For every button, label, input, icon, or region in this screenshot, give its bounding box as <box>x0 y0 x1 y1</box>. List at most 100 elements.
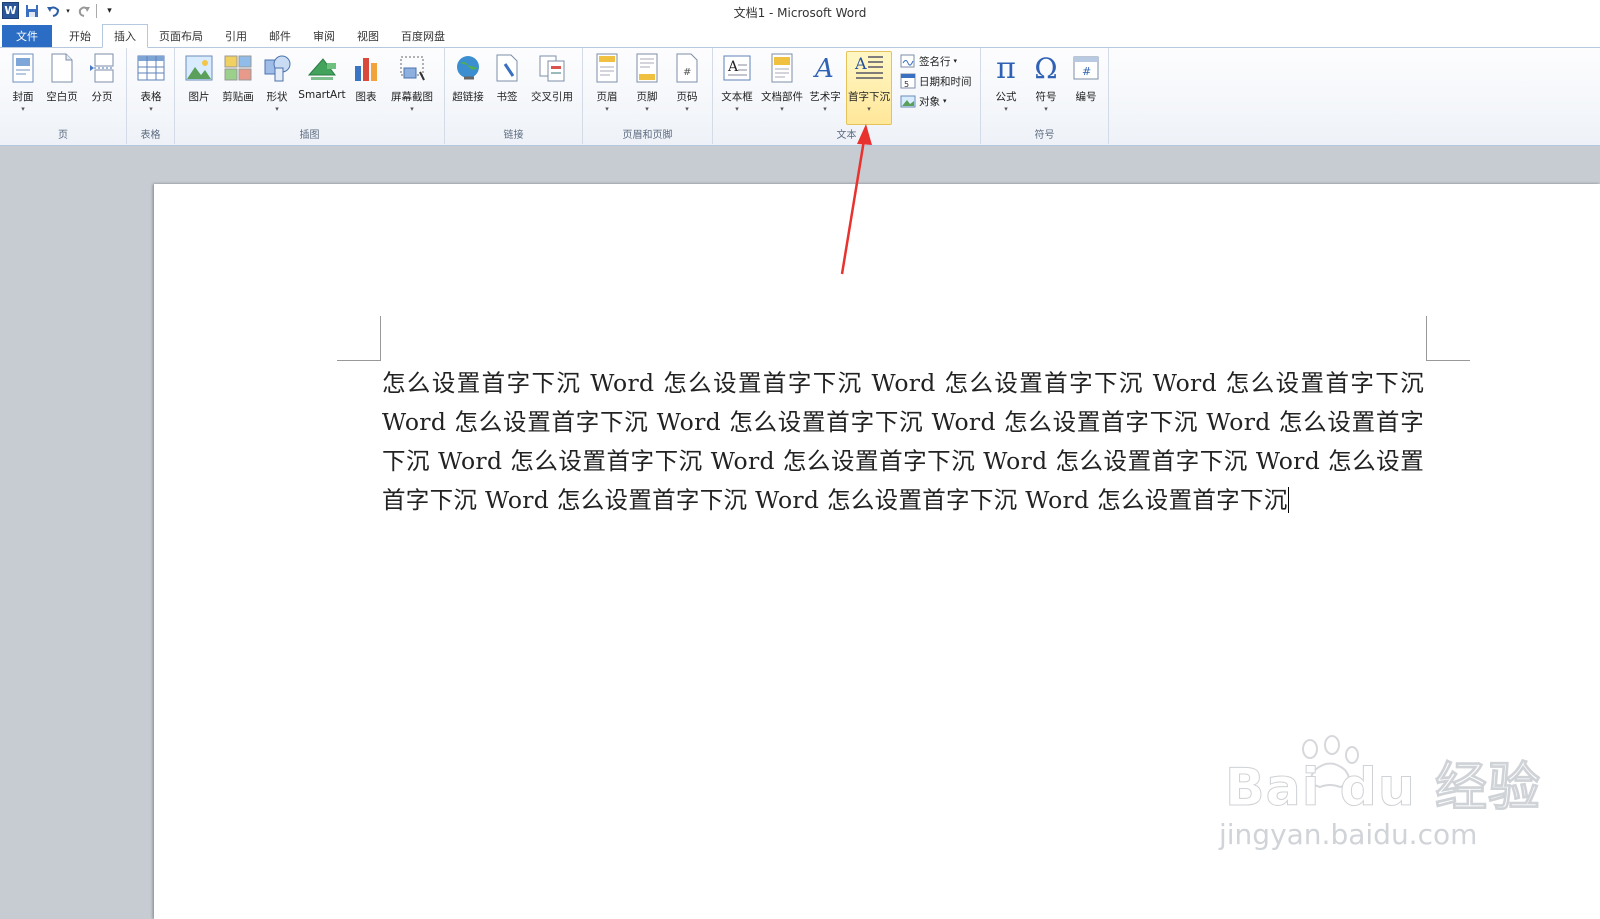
group-label-pages: 页 <box>58 130 68 141</box>
blank-page-button[interactable]: 空白页 <box>42 52 82 124</box>
tab-insert[interactable]: 插入 <box>102 24 148 48</box>
footer-button[interactable]: 页脚 ▾ <box>627 52 667 124</box>
header-label: 页眉 <box>596 91 618 103</box>
dropdown-arrow-icon: ▾ <box>685 105 689 113</box>
drop-cap-button[interactable]: A 首字下沉 ▾ <box>846 51 892 125</box>
symbol-label: 符号 <box>1035 91 1057 103</box>
chart-icon <box>351 52 381 84</box>
group-label-illustrations: 插图 <box>299 130 320 141</box>
header-button[interactable]: 页眉 ▾ <box>587 52 627 124</box>
table-icon <box>136 52 166 84</box>
number-icon: # <box>1071 52 1101 84</box>
group-text: A 文本框 ▾ 文档部件 ▾ A 艺术字 ▾ A 首字下沉 ▾ 签名行 ▾ 5 … <box>713 48 981 144</box>
svg-text:A: A <box>727 59 739 75</box>
svg-text:A: A <box>854 54 867 73</box>
group-symbols: π 公式 ▾ Ω 符号 ▾ # 编号 符号 <box>981 48 1109 144</box>
page-break-label: 分页 <box>91 91 113 103</box>
group-illustrations: 图片 剪贴画 形状 ▾ SmartArt 图表 屏幕截图 ▾ 插图 <box>175 48 445 144</box>
svg-text:A: A <box>813 54 834 83</box>
screenshot-label: 屏幕截图 <box>391 91 433 103</box>
tab-page-layout[interactable]: 页面布局 <box>148 25 214 47</box>
screenshot-button[interactable]: 屏幕截图 ▾ <box>387 52 437 124</box>
shapes-label: 形状 <box>266 91 288 103</box>
chart-button[interactable]: 图表 <box>346 52 386 124</box>
hyperlink-label: 超链接 <box>452 91 484 103</box>
symbol-button[interactable]: Ω 符号 ▾ <box>1026 52 1066 124</box>
quick-parts-button[interactable]: 文档部件 ▾ <box>760 52 804 124</box>
dropdown-arrow-icon: ▾ <box>605 105 609 113</box>
dropdown-arrow-icon: ▾ <box>867 105 871 113</box>
blank-page-icon <box>47 52 77 84</box>
group-tables: 表格 ▾ 表格 <box>127 48 175 144</box>
tab-view[interactable]: 视图 <box>346 25 390 47</box>
blank-page-label: 空白页 <box>46 91 78 103</box>
bookmark-button[interactable]: 书签 <box>487 52 527 124</box>
object-label: 对象 <box>919 95 940 108</box>
picture-label: 图片 <box>188 91 210 103</box>
drop-cap-label: 首字下沉 <box>848 91 890 103</box>
quick-parts-label: 文档部件 <box>761 91 803 103</box>
dropdown-arrow-icon: ▾ <box>645 105 649 113</box>
dropdown-arrow-icon: ▾ <box>1004 105 1008 113</box>
page-number-icon: # <box>672 52 702 84</box>
signature-line-button[interactable]: 签名行 ▾ <box>900 51 957 71</box>
tab-review[interactable]: 审阅 <box>302 25 346 47</box>
clip-art-button[interactable]: 剪贴画 <box>218 52 258 124</box>
page-number-button[interactable]: # 页码 ▾ <box>667 52 707 124</box>
cross-reference-icon <box>537 52 567 84</box>
tab-references[interactable]: 引用 <box>214 25 258 47</box>
text-box-icon: A <box>722 52 752 84</box>
group-label-tables: 表格 <box>140 130 161 141</box>
pi-icon: π <box>996 50 1016 86</box>
number-button[interactable]: # 编号 <box>1066 52 1106 124</box>
crop-mark <box>1426 316 1427 360</box>
object-button[interactable]: 对象 ▾ <box>900 91 947 111</box>
svg-text:#: # <box>1082 65 1091 78</box>
paragraph-text: 怎么设置首字下沉 Word 怎么设置首字下沉 Word 怎么设置首字下沉 Wor… <box>382 369 1424 514</box>
ribbon-tabs: 文件 开始 插入 页面布局 引用 邮件 审阅 视图 百度网盘 <box>0 24 1600 48</box>
shapes-button[interactable]: 形状 ▾ <box>257 52 297 124</box>
date-time-button[interactable]: 5 日期和时间 <box>900 71 972 91</box>
page-number-label: 页码 <box>676 91 698 103</box>
tab-baidu-netdisk[interactable]: 百度网盘 <box>390 25 456 47</box>
signature-line-label: 签名行 <box>919 55 951 68</box>
table-button[interactable]: 表格 ▾ <box>131 52 171 124</box>
cross-reference-button[interactable]: 交叉引用 <box>527 52 577 124</box>
cover-page-button[interactable]: 封面 ▾ <box>3 52 43 124</box>
equation-label: 公式 <box>995 91 1017 103</box>
wordart-label: 艺术字 <box>809 91 841 103</box>
text-box-button[interactable]: A 文本框 ▾ <box>717 52 757 124</box>
cover-page-label: 封面 <box>12 91 34 103</box>
footer-icon <box>632 52 662 84</box>
page-break-icon <box>87 52 117 84</box>
shapes-icon <box>262 52 292 84</box>
bookmark-icon <box>492 52 522 84</box>
document-body-text[interactable]: 怎么设置首字下沉 Word 怎么设置首字下沉 Word 怎么设置首字下沉 Wor… <box>382 364 1424 520</box>
dropdown-arrow-icon: ▾ <box>1044 105 1048 113</box>
text-cursor <box>1287 487 1289 513</box>
dropdown-arrow-icon: ▾ <box>735 105 739 113</box>
smartart-button[interactable]: SmartArt <box>296 52 348 124</box>
date-time-icon: 5 <box>900 73 916 89</box>
equation-button[interactable]: π 公式 ▾ <box>986 50 1026 124</box>
group-header-footer: 页眉 ▾ 页脚 ▾ # 页码 ▾ 页眉和页脚 <box>583 48 713 144</box>
cover-page-icon <box>8 52 38 84</box>
dropdown-arrow-icon: ▾ <box>410 105 414 113</box>
tab-home[interactable]: 开始 <box>58 25 102 47</box>
tab-mailings[interactable]: 邮件 <box>258 25 302 47</box>
group-label-header-footer: 页眉和页脚 <box>622 130 673 141</box>
text-box-label: 文本框 <box>721 91 753 103</box>
tab-file[interactable]: 文件 <box>2 25 52 47</box>
page-break-button[interactable]: 分页 <box>82 52 122 124</box>
signature-line-icon <box>900 53 916 69</box>
title-bar: W ▾ ▾ 文档1 - Microsoft Word <box>0 0 1600 24</box>
header-icon <box>592 52 622 84</box>
group-pages: 封面 ▾ 空白页 分页 页 <box>0 48 127 144</box>
group-label-text: 文本 <box>836 130 857 141</box>
ribbon-insert: 封面 ▾ 空白页 分页 页 表格 ▾ 表格 图片 剪贴画 形状 ▾ SmartA… <box>0 48 1600 146</box>
crop-mark <box>337 360 381 361</box>
picture-button[interactable]: 图片 <box>179 52 219 124</box>
hyperlink-button[interactable]: 超链接 <box>448 52 488 124</box>
hyperlink-icon <box>453 52 483 84</box>
wordart-button[interactable]: A 艺术字 ▾ <box>805 52 845 124</box>
